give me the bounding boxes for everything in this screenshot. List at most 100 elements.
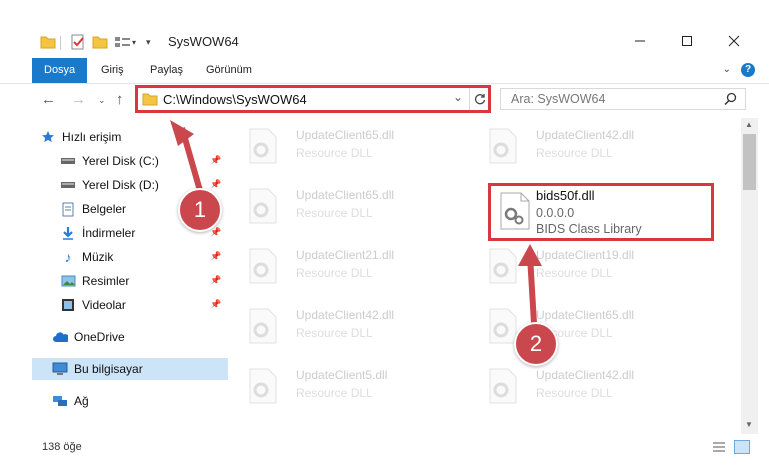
vertical-scrollbar[interactable]: ▲ ▼ (741, 118, 758, 434)
navigation-pane: Hızlı erişim Yerel Disk (C:) 📌 Yerel Dis… (0, 118, 228, 434)
new-folder-icon[interactable] (92, 34, 108, 50)
help-icon[interactable]: ? (741, 63, 755, 77)
pin-icon[interactable]: 📌 (210, 275, 221, 286)
nav-label: OneDrive (74, 330, 125, 344)
title-bar: ▾ ▾ SysWOW64 (0, 0, 769, 58)
pin-icon[interactable]: 📌 (210, 179, 221, 190)
minimize-button[interactable] (617, 26, 663, 56)
file-name: UpdateClient21.dll (296, 248, 395, 262)
pin-icon[interactable]: 📌 (210, 299, 221, 310)
file-item[interactable]: UpdateClient5.dll Resource DLL (230, 362, 460, 410)
dll-file-icon (248, 188, 278, 224)
pin-icon[interactable]: 📌 (210, 155, 221, 166)
file-item[interactable]: UpdateClient19.dll Resource DLL (470, 242, 700, 290)
details-view-icon[interactable] (712, 441, 726, 456)
tiles-view-icon[interactable] (734, 440, 750, 454)
file-name: UpdateClient65.dll (296, 128, 395, 142)
nav-music[interactable]: ♪ Müzik 📌 (60, 246, 228, 268)
tab-share[interactable]: Paylaş (150, 58, 183, 83)
recent-locations-icon[interactable]: ⌄ (98, 95, 106, 106)
properties-icon[interactable] (70, 34, 86, 50)
scroll-up-icon[interactable]: ▲ (745, 120, 753, 129)
address-highlight (135, 85, 491, 113)
maximize-button[interactable] (664, 26, 710, 56)
item-count: 138 öğe (42, 441, 82, 453)
nav-label: İndirmeler (82, 226, 136, 240)
folder-icon[interactable] (40, 34, 56, 50)
file-item[interactable]: UpdateClient65.dll Resource DLL (230, 182, 460, 230)
file-item[interactable]: UpdateClient42.dll Resource DLL (470, 122, 700, 170)
document-icon (60, 201, 76, 217)
search-input[interactable]: Ara: SysWOW64 (500, 88, 746, 110)
file-type: Resource DLL (296, 326, 373, 340)
nav-label: Ağ (74, 394, 89, 408)
file-type: Resource DLL (536, 386, 613, 400)
dll-file-icon (248, 308, 278, 344)
chevron-down-icon[interactable]: ⌄ (723, 64, 731, 75)
file-type: Resource DLL (536, 266, 613, 280)
customize-toolbar-icon[interactable]: ▾ (146, 34, 151, 50)
nav-label: Bu bilgisayar (74, 362, 143, 376)
nav-quick-access[interactable]: Hızlı erişim (40, 126, 236, 148)
dll-file-icon (488, 128, 518, 164)
file-type: Resource DLL (296, 146, 373, 160)
window-title: SysWOW64 (168, 34, 239, 49)
nav-label: Hızlı erişim (62, 130, 122, 144)
nav-label: Resimler (82, 274, 130, 288)
ribbon: Dosya Giriş Paylaş Görünüm ⌄ ? (0, 58, 769, 84)
file-name: bids50f.dll (536, 188, 595, 203)
highlighted-file-item[interactable]: bids50f.dll 0.0.0.0 BIDS Class Library (488, 183, 714, 241)
nav-this-pc[interactable]: Bu bilgisayar (32, 358, 228, 380)
file-name: UpdateClient5.dll (296, 368, 388, 382)
file-item[interactable]: UpdateClient65.dll Resource DLL (230, 122, 460, 170)
music-icon: ♪ (64, 249, 72, 265)
status-bar: 138 öğe (0, 436, 769, 458)
file-item[interactable]: UpdateClient42.dll Resource DLL (230, 302, 460, 350)
close-button[interactable] (711, 26, 757, 56)
view-icon[interactable] (114, 34, 132, 50)
nav-onedrive[interactable]: OneDrive (52, 326, 248, 348)
file-type: Resource DLL (296, 266, 373, 280)
tab-home[interactable]: Giriş (101, 58, 124, 83)
back-arrow-icon[interactable]: ← (41, 91, 56, 108)
nav-drive-c[interactable]: Yerel Disk (C:) 📌 (60, 150, 228, 172)
cloud-icon (52, 329, 68, 345)
file-name: UpdateClient65.dll (296, 188, 395, 202)
drive-icon (60, 153, 76, 169)
scroll-down-icon[interactable]: ▼ (745, 420, 753, 429)
nav-label: Videolar (82, 298, 126, 312)
pictures-icon (60, 273, 76, 289)
forward-arrow-icon[interactable]: → (71, 91, 86, 108)
file-item[interactable]: UpdateClient65.dll Resource DLL (470, 302, 700, 350)
star-icon (40, 129, 56, 145)
nav-network[interactable]: Ağ (52, 390, 248, 412)
file-name: UpdateClient65.dll (536, 308, 635, 322)
file-name: UpdateClient42.dll (296, 308, 395, 322)
file-type: BIDS Class Library (536, 222, 642, 236)
file-list: UpdateClient65.dll Resource DLL UpdateCl… (230, 118, 740, 434)
nav-label: Yerel Disk (C:) (82, 154, 159, 168)
file-version: 0.0.0.0 (536, 206, 575, 220)
nav-videos[interactable]: Videolar 📌 (60, 294, 228, 316)
dll-file-icon (248, 128, 278, 164)
up-arrow-icon[interactable]: ↑ (116, 91, 124, 108)
nav-label: Yerel Disk (D:) (82, 178, 159, 192)
annotation-badge-2: 2 (514, 322, 558, 366)
file-name: UpdateClient42.dll (536, 368, 635, 382)
tab-view[interactable]: Görünüm (206, 58, 252, 83)
drive-icon (60, 177, 76, 193)
nav-label: Belgeler (82, 202, 127, 216)
file-type: Resource DLL (296, 206, 373, 220)
file-item[interactable]: UpdateClient21.dll Resource DLL (230, 242, 460, 290)
video-icon (60, 297, 76, 313)
download-icon (60, 225, 76, 241)
file-item[interactable]: UpdateClient42.dll Resource DLL (470, 362, 700, 410)
tab-file[interactable]: Dosya (32, 58, 88, 83)
nav-pictures[interactable]: Resimler 📌 (60, 270, 228, 292)
scrollbar-thumb[interactable] (743, 134, 756, 190)
nav-label: Müzik (82, 250, 114, 264)
search-icon[interactable] (724, 92, 737, 108)
chevron-down-icon[interactable]: ▾ (132, 34, 136, 50)
pin-icon[interactable]: 📌 (210, 251, 221, 262)
dll-file-icon (499, 192, 531, 230)
